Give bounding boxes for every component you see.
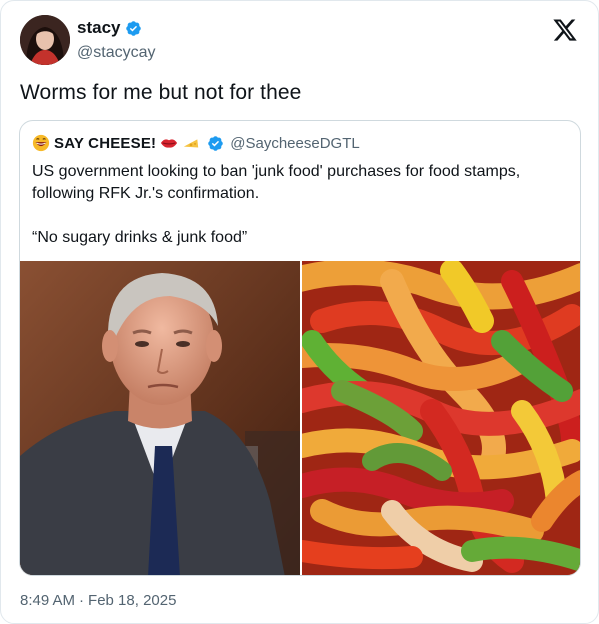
avatar[interactable] [20,15,70,65]
author-handle[interactable]: @stacycay [77,44,155,62]
quoted-text-line1: US government looking to ban 'junk food'… [32,163,521,202]
grinning-emoji-icon [32,134,50,152]
verified-badge-icon [208,135,224,151]
gummy-worms-photo[interactable] [302,261,580,575]
tweet-card: stacy @stacycay Worms for me but not for… [0,0,599,624]
timestamp-time: 8:49 AM [20,592,76,609]
author-name[interactable]: stacy [77,18,120,38]
quoted-text: US government looking to ban 'junk food'… [32,161,562,249]
verified-badge-icon [126,20,142,36]
quoted-media [20,261,580,575]
quoted-author-name[interactable]: SAY CHEESE! [54,135,156,152]
tweet-text: Worms for me but not for thee [20,81,302,104]
quoted-tweet[interactable]: SAY CHEESE! @SaycheeseDGTL US government… [19,120,581,576]
timestamp-date: Feb 18, 2025 [88,592,177,609]
quoted-text-line2: “No sugary drinks & junk food” [32,229,248,246]
portrait-photo[interactable] [20,261,300,575]
lips-emoji-icon [161,139,178,148]
author-name-row[interactable]: stacy [77,18,142,38]
x-logo-icon[interactable] [552,17,578,43]
timestamp-separator: · [79,592,85,609]
tweet-timestamp[interactable]: 8:49 AM · Feb 18, 2025 [20,592,176,609]
quoted-header: SAY CHEESE! @SaycheeseDGTL [32,134,360,152]
cheese-emoji-icon [184,139,199,148]
quoted-author-handle[interactable]: @SaycheeseDGTL [230,135,359,152]
